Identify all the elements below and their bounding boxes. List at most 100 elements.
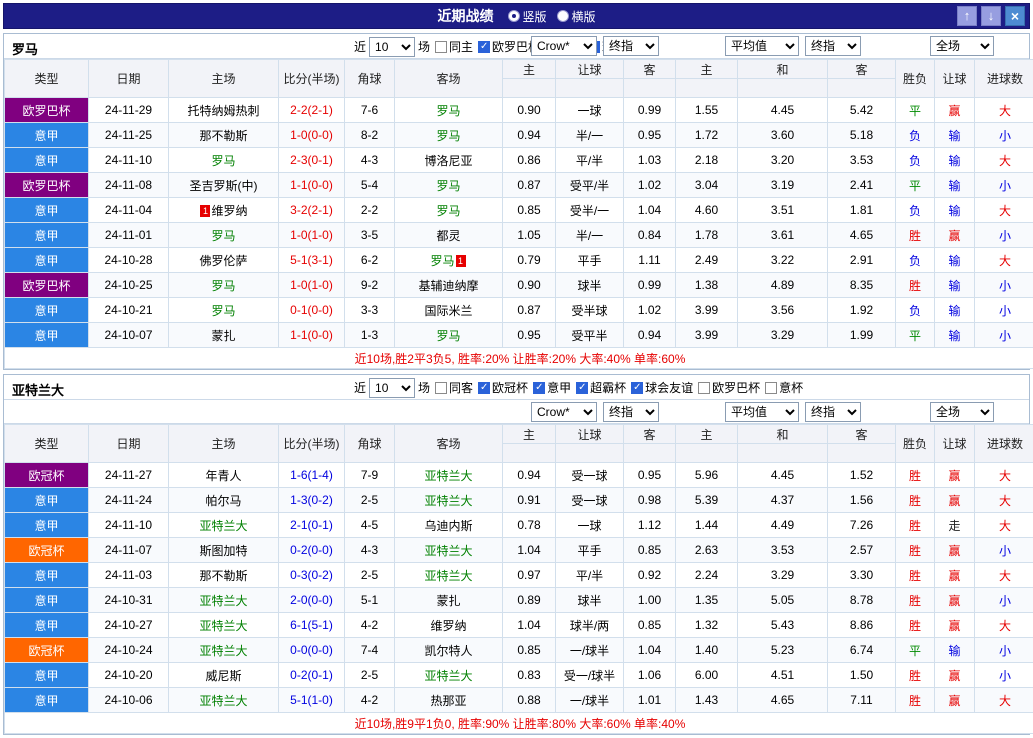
scope-select-group: 全场 [930,36,994,56]
col-crown-away: 客 [624,425,676,444]
team-name-text[interactable]: 罗马 [436,204,460,218]
filter-checkbox-球会友谊[interactable]: 球会友谊 [631,379,693,396]
team-name-text[interactable]: 乌迪内斯 [424,519,472,533]
scroll-down-button[interactable]: ↓ [981,6,1001,26]
team-title: 罗马 [12,39,38,58]
team-name-text[interactable]: 凯尔特人 [424,644,472,658]
final-odds-select[interactable]: 终指 [603,36,659,56]
avg-draw-odds: 3.60 [738,123,828,148]
filter-checkbox-欧冠杯[interactable]: 欧冠杯 [478,379,528,396]
bookmaker-select[interactable]: Crow* [531,36,597,56]
team-name-text[interactable]: 亚特兰大 [199,594,247,608]
away-team: 维罗纳 [395,613,503,638]
handicap-result-cell: 输 [935,123,975,148]
team-name-text[interactable]: 亚特兰大 [199,519,247,533]
scroll-up-button[interactable]: ↑ [957,6,977,26]
match-date: 24-10-24 [89,638,169,663]
final-odds-select[interactable]: 终指 [603,402,659,422]
filter-checkbox-同主[interactable]: 同主 [435,38,473,55]
team-name-text[interactable]: 亚特兰大 [424,669,472,683]
filter-checkbox-input[interactable] [478,41,490,53]
avg-home-odds: 4.60 [676,198,738,223]
layout-radio-input[interactable] [507,10,519,22]
average-odds-select[interactable]: 平均值 [725,36,799,56]
team-name-text[interactable]: 罗马 [211,154,235,168]
team-name-text[interactable]: 亚特兰大 [424,469,472,483]
team-name-text[interactable]: 罗马 [211,229,235,243]
layout-radio-横版[interactable]: 横版 [557,8,596,25]
final-odds-select-2[interactable]: 终指 [805,402,861,422]
team-name-text[interactable]: 都灵 [436,229,460,243]
team-name-text[interactable]: 佛罗伦萨 [199,254,247,268]
filter-checkbox-超霸杯[interactable]: 超霸杯 [576,379,626,396]
filter-checkbox-input[interactable] [533,382,545,394]
match-count-select[interactable]: 10 [369,378,415,398]
team-name-text[interactable]: 威尼斯 [205,669,241,683]
corners: 1-3 [345,323,395,348]
team-name-text[interactable]: 罗马 [436,179,460,193]
scope-select[interactable]: 全场 [930,402,994,422]
team-name-text[interactable]: 托特纳姆热刺 [187,104,259,118]
match-row: 欧冠杯24-11-27年青人1-6(1-4)7-9亚特兰大0.94受一球0.95… [5,463,1033,488]
home-team: 罗马 [169,298,279,323]
team-name-text[interactable]: 亚特兰大 [199,644,247,658]
away-team: 罗马 [395,98,503,123]
team-name-text[interactable]: 罗马 [211,304,235,318]
filter-checkbox-input[interactable] [698,382,710,394]
team-name-text[interactable]: 国际米兰 [424,304,472,318]
team-name-text[interactable]: 亚特兰大 [424,569,472,583]
goals-result-cell: 小 [975,323,1033,348]
layout-radio-input[interactable] [557,10,569,22]
scope-select[interactable]: 全场 [930,36,994,56]
team-name-text[interactable]: 罗马 [436,129,460,143]
team-name-text[interactable]: 亚特兰大 [424,494,472,508]
team-name-text[interactable]: 维罗纳 [430,619,466,633]
layout-radio-竖版[interactable]: 竖版 [507,8,546,25]
filter-checkbox-input[interactable] [576,382,588,394]
average-odds-select[interactable]: 平均值 [725,402,799,422]
atalanta-results-table: 类型 日期 主场 比分(半场) 角球 客场 主 让球 客 主 和 客 胜负 让球… [4,424,1033,734]
team-name-text[interactable]: 罗马 [211,279,235,293]
filter-checkbox-input[interactable] [435,41,447,53]
final-odds-select-2[interactable]: 终指 [805,36,861,56]
team-name-text[interactable]: 蒙扎 [436,594,460,608]
team-name-text[interactable]: 维罗纳 [211,204,247,218]
filter-checkbox-意杯[interactable]: 意杯 [765,379,803,396]
team-name-text[interactable]: 亚特兰大 [199,694,247,708]
bookmaker-select[interactable]: Crow* [531,402,597,422]
home-team: 圣吉罗斯(中) [169,173,279,198]
team-name-text[interactable]: 那不勒斯 [199,129,247,143]
team-name-text[interactable]: 年青人 [205,469,241,483]
match-date: 24-11-03 [89,563,169,588]
filter-checkbox-input[interactable] [478,382,490,394]
team-name-text[interactable]: 热那亚 [430,694,466,708]
filter-checkbox-input[interactable] [765,382,777,394]
team-name-text[interactable]: 亚特兰大 [199,619,247,633]
team-name-text[interactable]: 罗马 [436,104,460,118]
team-name-text[interactable]: 博洛尼亚 [424,154,472,168]
team-name-text[interactable]: 蒙扎 [211,329,235,343]
team-name-text[interactable]: 亚特兰大 [424,544,472,558]
team-name-text[interactable]: 罗马 [436,329,460,343]
handicap-result-cell: 赢 [935,613,975,638]
filter-checkbox-input[interactable] [435,382,447,394]
filter-checkbox-同客[interactable]: 同客 [435,379,473,396]
team-name-text[interactable]: 基辅迪纳摩 [418,279,478,293]
odds-selects-band: Crow* 终指 平均值 终指 全场 [4,400,1029,424]
score: 0-0(0-0) [279,638,345,663]
home-team: 1维罗纳 [169,198,279,223]
team-name-text[interactable]: 罗马 [430,254,454,268]
team-name-text[interactable]: 斯图加特 [199,544,247,558]
filter-checkbox-欧罗巴杯[interactable]: 欧罗巴杯 [698,379,760,396]
filter-checkbox-意甲[interactable]: 意甲 [533,379,571,396]
crown-away-odds: 1.04 [624,638,676,663]
home-team: 托特纳姆热刺 [169,98,279,123]
filter-checkbox-input[interactable] [631,382,643,394]
team-name-text[interactable]: 那不勒斯 [199,569,247,583]
crown-home-odds: 0.83 [503,663,556,688]
match-count-select[interactable]: 10 [369,37,415,57]
home-team: 年青人 [169,463,279,488]
team-name-text[interactable]: 圣吉罗斯(中) [190,179,258,193]
close-button[interactable]: × [1005,6,1025,26]
team-name-text[interactable]: 帕尔马 [205,494,241,508]
